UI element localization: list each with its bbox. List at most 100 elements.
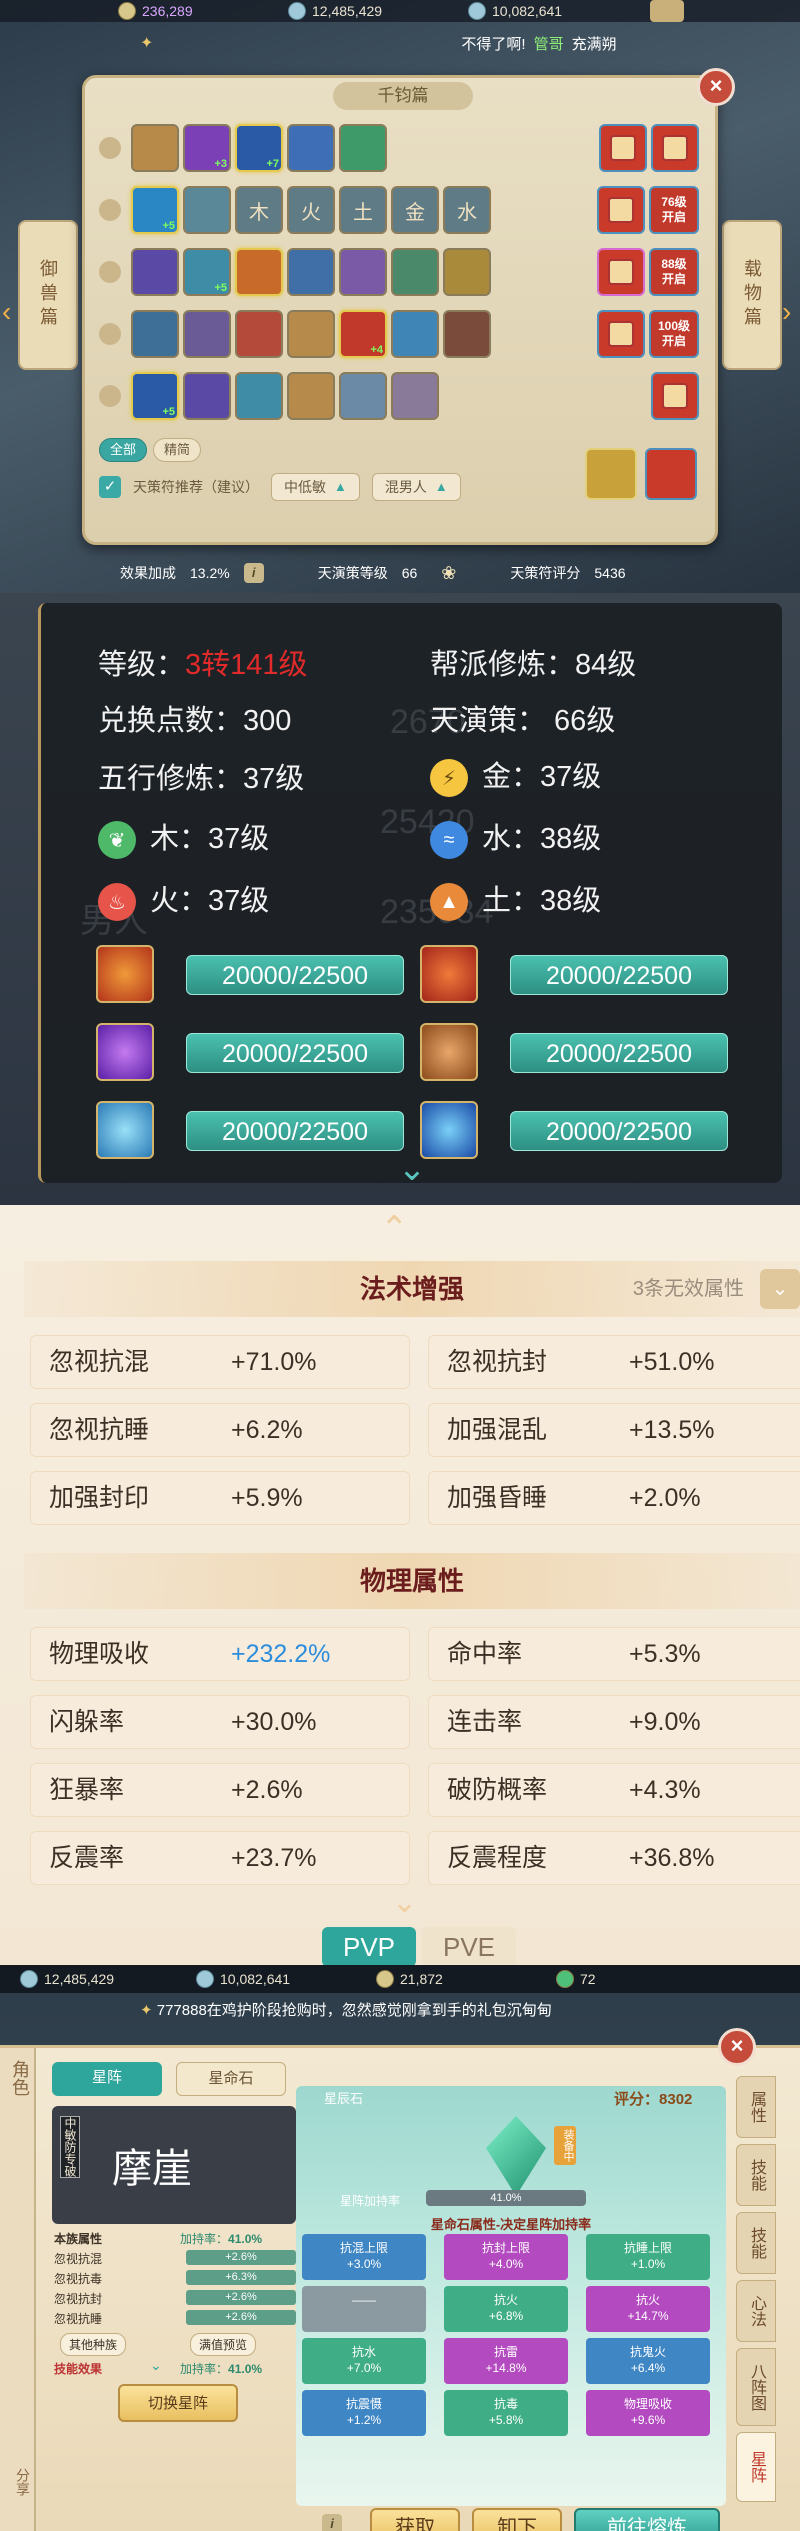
gem-icon[interactable] <box>96 945 154 1003</box>
chevron-down-icon[interactable]: ⌄ <box>392 1152 432 1186</box>
skill-icon[interactable]: +5 <box>131 186 179 234</box>
skill-icon[interactable] <box>131 310 179 358</box>
close-button[interactable]: × <box>718 2028 756 2066</box>
attr-tile[interactable]: 抗混上限 +3.0% <box>302 2234 426 2280</box>
arrow-left-icon[interactable]: ‹ <box>2 296 11 328</box>
skill-icon[interactable] <box>443 248 491 296</box>
gem-icon[interactable] <box>420 1101 478 1159</box>
skill-icon[interactable] <box>287 310 335 358</box>
skill-icon[interactable] <box>391 248 439 296</box>
talisman-slot[interactable] <box>597 186 645 234</box>
full-value-preview-button[interactable]: 满值预览 <box>190 2333 257 2356</box>
skill-icon[interactable] <box>131 248 179 296</box>
talisman-slot[interactable] <box>597 248 645 296</box>
bangpai-row: 帮派修炼：84级 <box>430 649 637 681</box>
attr-tile[interactable]: 抗水 +7.0% <box>302 2338 426 2384</box>
talisman-slot[interactable] <box>599 124 647 172</box>
notice-player-name[interactable]: 管哥 <box>534 33 564 54</box>
element-tile-jin[interactable]: 金 <box>391 186 439 234</box>
attr-tile[interactable]: 抗雷 +14.8% <box>444 2338 568 2384</box>
skill-icon[interactable] <box>339 372 387 420</box>
talisman-slot[interactable] <box>651 124 699 172</box>
element-tile-tu[interactable]: 土 <box>339 186 387 234</box>
skill-icon[interactable] <box>131 124 179 172</box>
element-tile-mu[interactable]: 木 <box>235 186 283 234</box>
skill-icon[interactable] <box>287 372 335 420</box>
switch-formation-button[interactable]: 切换星阵 <box>118 2384 238 2422</box>
skill-icon[interactable] <box>235 310 283 358</box>
other-race-button[interactable]: 其他种族 <box>60 2333 127 2356</box>
dropdown-speed[interactable]: 中低敏 ▲ <box>271 473 360 501</box>
skill-icon[interactable] <box>339 124 387 172</box>
right-tab-bazhentu[interactable]: 八阵图 <box>736 2348 776 2426</box>
right-tab-attributes[interactable]: 属性 <box>736 2076 776 2138</box>
skill-icon[interactable]: +5 <box>131 372 179 420</box>
get-button[interactable]: 获取 <box>370 2508 460 2531</box>
gold-coin-icon <box>376 1970 394 1988</box>
chevron-down-icon[interactable]: ⌄ <box>760 1269 800 1309</box>
right-tab-xingzhen[interactable]: 星阵 <box>736 2432 776 2502</box>
gem-icon[interactable] <box>420 1023 478 1081</box>
skill-icon[interactable] <box>235 248 283 296</box>
right-tab-xinfa[interactable]: 心法 <box>736 2280 776 2342</box>
element-tile-huo[interactable]: 火 <box>287 186 335 234</box>
tile-char: 木 <box>249 201 269 224</box>
chevron-up-icon[interactable]: ⌃ <box>380 1209 409 1249</box>
menu-icon[interactable] <box>650 0 684 22</box>
rail-label-role[interactable]: 角色 <box>3 2060 33 2096</box>
talisman-slot[interactable] <box>651 372 699 420</box>
attr-tile[interactable]: 抗毒 +5.8% <box>444 2390 568 2436</box>
skill-icon[interactable] <box>339 248 387 296</box>
chevron-down-icon[interactable]: ⌄ <box>392 1885 417 1920</box>
skill-icon[interactable] <box>443 310 491 358</box>
close-button[interactable]: × <box>697 68 735 106</box>
gem-icon[interactable] <box>420 945 478 1003</box>
attr-tile[interactable]: 抗震慑 +1.2% <box>302 2390 426 2436</box>
skill-icon[interactable] <box>183 186 231 234</box>
skill-icon[interactable] <box>391 372 439 420</box>
tab-simple[interactable]: 精简 <box>153 438 202 462</box>
skill-icon[interactable]: +3 <box>183 124 231 172</box>
skill-icon[interactable] <box>235 372 283 420</box>
attr-tile[interactable]: 抗鬼火 +6.4% <box>586 2338 710 2384</box>
equipped-talisman-slot[interactable] <box>585 448 637 500</box>
attr-tile[interactable]: 物理吸收 +9.6% <box>586 2390 710 2436</box>
gem-icon[interactable] <box>96 1101 154 1159</box>
smelt-button[interactable]: 前往熔炼 <box>574 2508 720 2531</box>
element-tile-shui[interactable]: 水 <box>443 186 491 234</box>
right-tab-skills-2[interactable]: 技能 <box>736 2212 776 2274</box>
attr-tile[interactable]: 抗睡上限 +1.0% <box>586 2234 710 2280</box>
tab-pvp[interactable]: PVP <box>322 1927 416 1965</box>
info-icon[interactable]: i <box>243 563 264 583</box>
tab-star-formation[interactable]: 星阵 <box>52 2062 162 2096</box>
right-tab-skills[interactable]: 技能 <box>736 2144 776 2206</box>
skill-icon[interactable]: +5 <box>183 248 231 296</box>
star-stone-display: 星辰石 评分：8302 装备中 星阵加持率 41.0% 星命石属性-决定星阵加持… <box>296 2086 726 2506</box>
rail-label-share[interactable]: 分享 <box>3 2468 33 2496</box>
attr-tile[interactable]: 抗火 +6.8% <box>444 2286 568 2332</box>
skill-icon[interactable]: +7 <box>235 124 283 172</box>
gem-icon[interactable] <box>96 1023 154 1081</box>
skill-icon[interactable] <box>183 372 231 420</box>
info-icon[interactable]: i <box>322 2514 342 2531</box>
side-tab-yushou[interactable]: 御兽篇 <box>18 220 78 370</box>
tab-pve[interactable]: PVE <box>422 1927 516 1965</box>
attr-tile[interactable]: 抗火 +14.7% <box>586 2286 710 2332</box>
equipped-talisman-slot[interactable] <box>645 448 697 500</box>
tab-star-stone[interactable]: 星命石 <box>176 2062 286 2096</box>
attr-tile[interactable]: 抗封上限 +4.0% <box>444 2234 568 2280</box>
skill-icon[interactable]: +4 <box>339 310 387 358</box>
talisman-slot[interactable] <box>597 310 645 358</box>
recommend-checkbox[interactable]: ✓ <box>99 476 121 498</box>
skill-icon[interactable] <box>287 124 335 172</box>
skill-icon[interactable] <box>183 310 231 358</box>
crystal-icon <box>486 2116 546 2196</box>
tab-all[interactable]: 全部 <box>99 438 148 462</box>
chevron-down-icon[interactable]: ⌄ <box>150 2357 162 2374</box>
skill-icon[interactable] <box>287 248 335 296</box>
skill-icon[interactable] <box>391 310 439 358</box>
dropdown-role[interactable]: 混男人 ▲ <box>371 473 461 501</box>
side-tab-zaiwu[interactable]: 载物篇 <box>722 220 782 370</box>
unload-button[interactable]: 卸下 <box>472 2508 562 2531</box>
arrow-right-icon[interactable]: › <box>782 296 791 328</box>
